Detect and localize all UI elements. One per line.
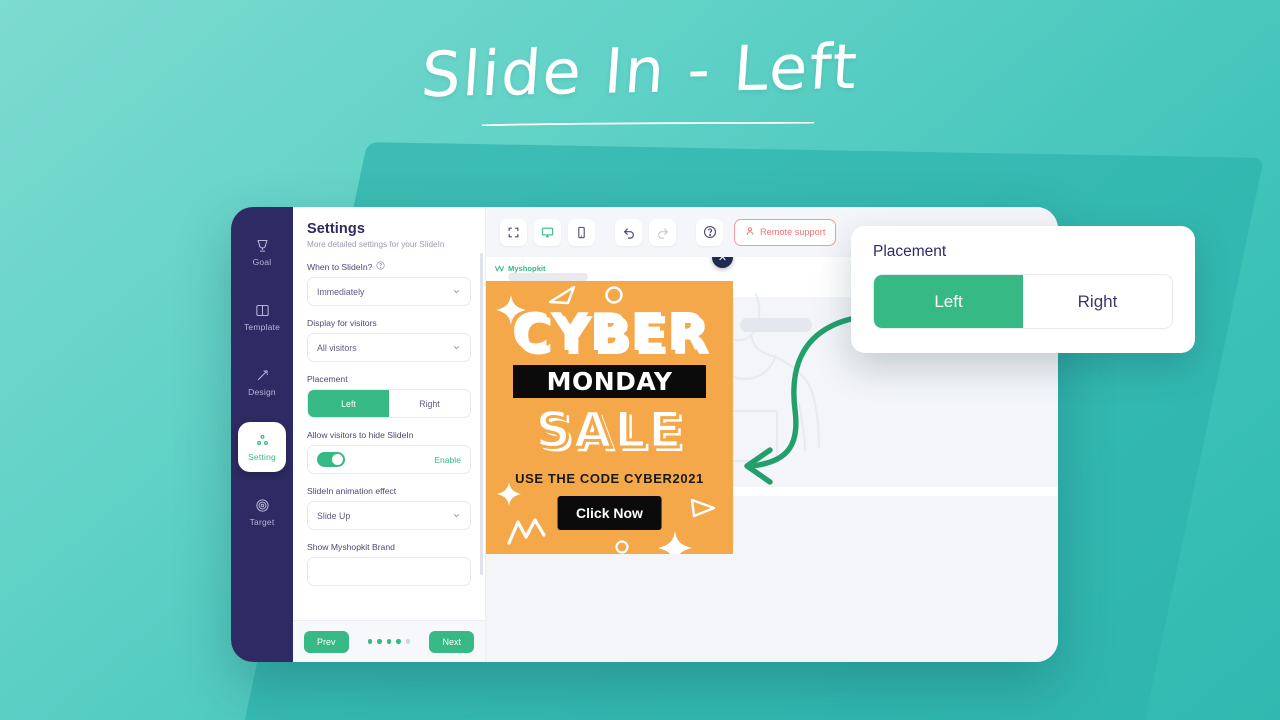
triangle-icon (690, 498, 716, 518)
triangle-icon (548, 285, 576, 305)
display-for-visitors-select[interactable]: All visitors (307, 333, 471, 362)
panel-footer: Prev Next (293, 620, 485, 662)
show-brand-row[interactable] (307, 557, 471, 586)
step-dot[interactable] (377, 639, 382, 644)
myshopkit-badge: Myshopkit (494, 263, 546, 274)
sidebar-item-design[interactable]: Design (238, 357, 286, 407)
step-dot[interactable] (386, 639, 392, 644)
sidebar-item-label: Target (249, 516, 275, 527)
magic-wand-icon (255, 368, 270, 383)
help-icon[interactable] (696, 218, 723, 246)
popup-title-monday-bar: MONDAY (513, 365, 706, 398)
mobile-icon[interactable] (568, 218, 595, 246)
page-title: Slide In - Left (419, 29, 861, 112)
callout-title: Placement (873, 243, 947, 260)
field-show-brand: Show Myshopkit Brand (307, 542, 471, 586)
step-dot[interactable] (367, 639, 373, 644)
field-label: When to SlideIn? (307, 261, 471, 272)
remote-support-button[interactable]: Remote support (734, 218, 837, 246)
sidebar-item-label: Design (248, 386, 276, 397)
trophy-icon (255, 238, 270, 253)
animation-effect-select[interactable]: Slide Up (307, 501, 471, 530)
popup-title-monday: MONDAY (546, 367, 673, 396)
target-icon (255, 498, 270, 513)
field-label: Placement (307, 374, 348, 384)
settings-subtitle: More detailed settings for your SlideIn (307, 240, 445, 249)
popup-title-sale: SALE (534, 400, 684, 461)
zigzag-icon (507, 518, 546, 545)
chevron-down-icon (453, 346, 460, 350)
circle-outline-icon (615, 540, 629, 554)
field-when-to-slidein: When to SlideIn? Immediately (307, 261, 471, 306)
prev-button[interactable]: Prev (304, 630, 349, 653)
field-display-for-visitors: Display for visitors All visitors (307, 318, 471, 362)
chevron-down-icon (453, 290, 460, 294)
sidebar-item-goal[interactable]: Goal (238, 227, 286, 277)
nodes-icon (255, 433, 270, 448)
callout-segmented-control: Left Right (873, 274, 1173, 329)
placement-option-left[interactable]: Left (308, 390, 389, 417)
person-icon (745, 226, 755, 238)
select-value: Slide Up (317, 510, 351, 521)
sidebar-item-label: Template (243, 321, 281, 332)
callout-option-left[interactable]: Left (874, 275, 1023, 328)
step-dot[interactable] (396, 639, 401, 644)
settings-title: Settings (307, 221, 365, 237)
select-value: All visitors (317, 342, 357, 353)
title-underline (481, 122, 815, 126)
settings-panel: Settings More detailed settings for your… (293, 207, 486, 662)
remote-support-label: Remote support (760, 227, 826, 237)
slidein-popup: CYBER MONDAY SALE USE THE CODE CYBER2021… (486, 281, 733, 554)
placement-segmented-control: Left Right (307, 389, 471, 418)
sidebar-item-label: Goal (252, 256, 272, 267)
popup-cta-button[interactable]: Click Now (557, 496, 662, 530)
field-label: Show Myshopkit Brand (307, 542, 395, 552)
undo-icon[interactable] (615, 218, 642, 246)
field-animation-effect: SlideIn animation effect Slide Up (307, 486, 471, 530)
field-label: Allow visitors to hide SlideIn (307, 430, 414, 440)
next-button[interactable]: Next (429, 630, 474, 653)
field-allow-hide: Allow visitors to hide SlideIn Enable (307, 430, 471, 474)
field-label: SlideIn animation effect (307, 486, 397, 496)
sidebar-item-setting[interactable]: Setting (238, 422, 286, 472)
field-placement: Placement Left Right (307, 374, 471, 418)
placement-callout-card: Placement Left Right (851, 226, 1195, 353)
allow-hide-value: Enable (434, 454, 461, 465)
myshopkit-logo-icon (494, 265, 505, 273)
when-to-slidein-select[interactable]: Immediately (307, 277, 471, 306)
select-value: Immediately (317, 286, 365, 297)
chevron-down-icon (453, 514, 460, 518)
sparkle-icon (658, 531, 692, 554)
help-icon[interactable] (376, 261, 386, 272)
myshopkit-label: Myshopkit (508, 264, 546, 273)
sidebar-nav: Goal Template Design Setting Target (231, 207, 293, 662)
step-dot[interactable] (405, 639, 411, 644)
panel-scrollbar[interactable] (480, 253, 483, 575)
placeholder-block (740, 318, 812, 332)
placement-option-right[interactable]: Right (389, 390, 470, 417)
field-label: Display for visitors (307, 318, 377, 328)
callout-option-right[interactable]: Right (1023, 275, 1172, 328)
columns-icon (255, 303, 270, 318)
sidebar-item-template[interactable]: Template (238, 292, 286, 342)
allow-hide-toggle[interactable] (317, 452, 345, 467)
step-dots (367, 639, 411, 644)
circle-outline-icon (605, 286, 623, 304)
placeholder-text (508, 273, 588, 281)
popup-title-cyber: CYBER (510, 302, 708, 365)
sidebar-item-label: Setting (248, 451, 276, 462)
allow-hide-row: Enable (307, 445, 471, 474)
redo-icon[interactable] (649, 218, 676, 246)
fullscreen-icon[interactable] (500, 218, 527, 246)
popup-promo-code: USE THE CODE CYBER2021 (515, 471, 704, 486)
desktop-icon[interactable] (534, 218, 561, 246)
sidebar-item-target[interactable]: Target (238, 487, 286, 537)
